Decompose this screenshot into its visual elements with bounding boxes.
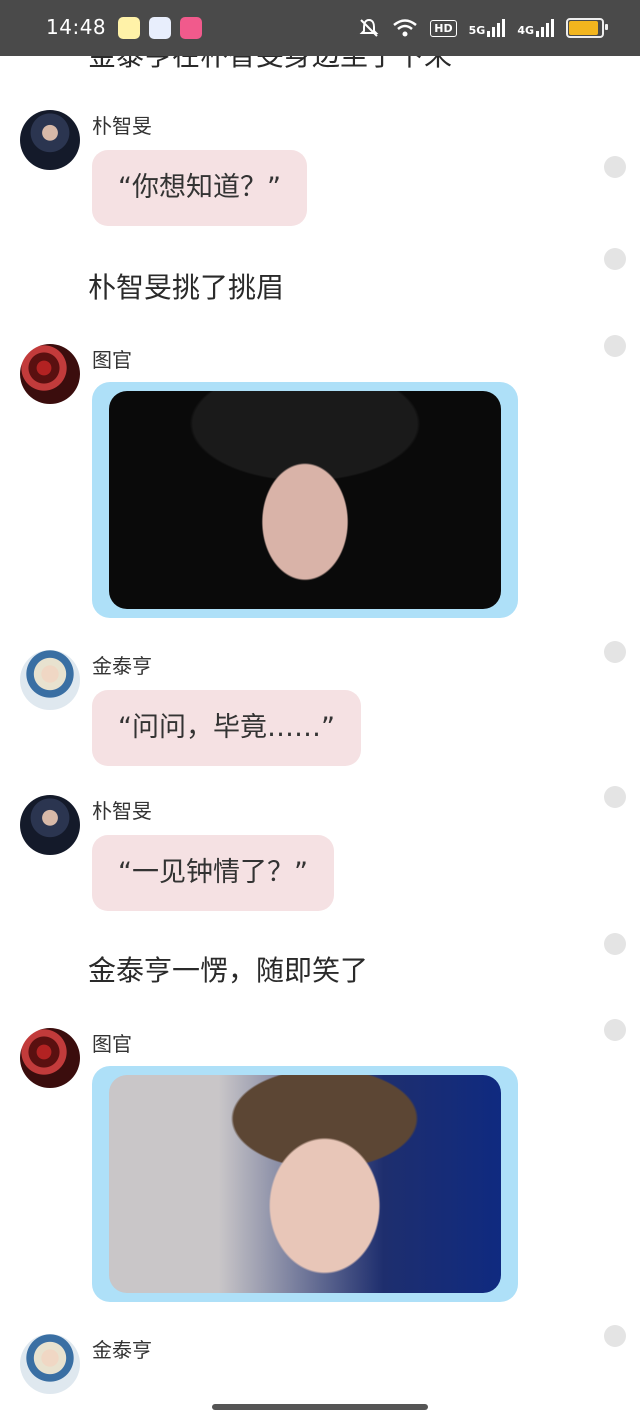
- select-dot[interactable]: [604, 335, 626, 357]
- hd-badge: HD: [430, 19, 457, 37]
- status-time: 14:48: [46, 15, 107, 39]
- avatar[interactable]: [20, 1028, 80, 1088]
- photo[interactable]: [109, 391, 501, 609]
- narration-text: 金泰亨一愣，随即笑了: [88, 954, 369, 987]
- cut-off-narration: 金泰亨在朴智旻身边坐了下来: [88, 56, 452, 74]
- avatar[interactable]: [20, 344, 80, 404]
- speaker-name: 图官: [92, 348, 132, 372]
- narration-text: 朴智旻挑了挑眉: [88, 271, 285, 304]
- battery-fill: [569, 21, 598, 35]
- baidu-paw-icon: [149, 17, 171, 39]
- select-dot[interactable]: [604, 786, 626, 808]
- signal-bars-icon: [536, 19, 554, 37]
- signal-5g: 5G: [469, 19, 506, 37]
- avatar[interactable]: [20, 650, 80, 710]
- speaker-name: 图官: [92, 1032, 132, 1056]
- speech-bubble[interactable]: “问问，毕竟……”: [92, 690, 361, 766]
- avatar[interactable]: [20, 1334, 80, 1394]
- speaker-name: 金泰亨: [92, 654, 152, 678]
- wifi-icon: [393, 19, 418, 37]
- select-dot[interactable]: [604, 248, 626, 270]
- image-message[interactable]: [92, 1066, 518, 1302]
- image-message[interactable]: [92, 382, 518, 618]
- speech-bubble[interactable]: “你想知道？”: [92, 150, 307, 226]
- status-bar: 14:48 HD 5G 4G: [0, 0, 640, 56]
- label-5g: 5G: [468, 24, 486, 37]
- avatar[interactable]: [20, 110, 80, 170]
- select-dot[interactable]: [604, 933, 626, 955]
- home-indicator[interactable]: [212, 1404, 428, 1410]
- label-4g: 4G: [517, 24, 534, 37]
- signal-bars-icon: [487, 19, 506, 37]
- chat-feed[interactable]: 金泰亨在朴智旻身边坐了下来 朴智旻 “你想知道？” 朴智旻挑了挑眉 图官 金泰亨…: [0, 56, 640, 1396]
- select-dot[interactable]: [604, 1019, 626, 1041]
- speaker-name: 朴智旻: [92, 799, 152, 823]
- avatar[interactable]: [20, 795, 80, 855]
- select-dot[interactable]: [604, 156, 626, 178]
- photo[interactable]: [109, 1075, 501, 1293]
- battery-icon: [566, 18, 608, 38]
- speech-bubble[interactable]: “一见钟情了？”: [92, 835, 334, 911]
- signal-4g: 4G: [517, 19, 554, 37]
- select-dot[interactable]: [604, 641, 626, 663]
- speaker-name: 金泰亨: [92, 1338, 152, 1362]
- bell-app-icon: [118, 17, 140, 39]
- status-indicators: HD 5G 4G: [358, 14, 608, 42]
- mute-icon: [359, 18, 379, 37]
- speaker-name: 朴智旻: [92, 114, 152, 138]
- pink-app-icon: [180, 17, 202, 39]
- select-dot[interactable]: [604, 1325, 626, 1347]
